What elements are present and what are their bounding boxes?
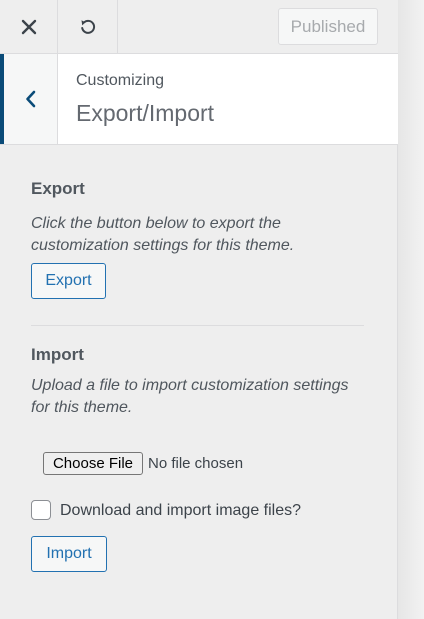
import-button[interactable]: Import (31, 536, 107, 572)
close-button[interactable] (0, 0, 58, 53)
section-divider (31, 325, 364, 326)
section-header: Customizing Export/Import (0, 54, 398, 145)
import-images-checkbox[interactable] (31, 500, 51, 520)
export-heading: Export (31, 179, 85, 198)
preview-pane-edge (398, 0, 424, 619)
export-description: Click the button below to export the cus… (31, 215, 295, 254)
undo-icon (80, 19, 95, 34)
back-button[interactable] (0, 54, 58, 144)
section-title: Export/Import (76, 100, 215, 126)
published-button[interactable]: Published (278, 8, 378, 45)
customizer-header: Published (0, 0, 398, 54)
undo-button[interactable] (58, 0, 118, 53)
export-button[interactable]: Export (31, 263, 106, 299)
customizer-panel: Published Customizing Export/Import Expo… (0, 0, 398, 619)
import-heading: Import (31, 345, 84, 364)
choose-file-button[interactable]: Choose File (43, 452, 143, 475)
import-description: Upload a file to import customization se… (31, 377, 349, 416)
import-images-label[interactable]: Download and import image files? (60, 502, 301, 520)
close-icon (21, 19, 36, 34)
breadcrumb: Customizing (76, 72, 165, 89)
chevron-left-icon (25, 90, 35, 108)
file-status: No file chosen (148, 455, 244, 472)
